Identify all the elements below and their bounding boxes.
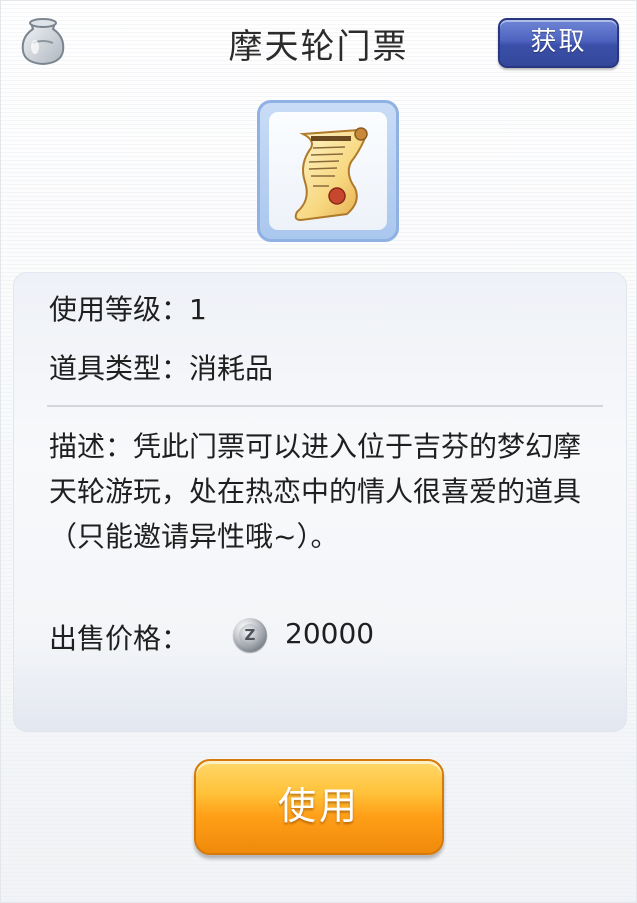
scroll-ticket-icon bbox=[294, 127, 368, 222]
sell-price-row: 出售价格： Z 20000 bbox=[49, 617, 374, 657]
item-icon-frame bbox=[257, 100, 399, 242]
sell-price-label: 出售价格： bbox=[49, 622, 190, 655]
obtain-button[interactable]: 获取 bbox=[498, 18, 619, 68]
use-level-value: 1 bbox=[189, 293, 207, 326]
use-button[interactable]: 使用 bbox=[194, 759, 444, 855]
item-info-card: 使用等级：1 道具类型：消耗品 描述：凭此门票可以进入位于吉芬的梦幻摩天轮游玩，… bbox=[13, 272, 627, 732]
coin-symbol: Z bbox=[239, 624, 261, 646]
item-detail-panel: 摩天轮门票 获取 使用等级：1 道具类型：消耗品 描述：凭此门票可以进入位于吉芬… bbox=[0, 0, 637, 903]
item-type-label: 道具类型： bbox=[49, 352, 190, 385]
item-description: 描述：凭此门票可以进入位于吉芬的梦幻摩天轮游玩，处在热恋中的情人很喜爱的道具（只… bbox=[49, 430, 582, 553]
use-level-label: 使用等级： bbox=[49, 293, 190, 326]
item-type-value: 消耗品 bbox=[189, 352, 274, 385]
use-level-row: 使用等级：1 bbox=[49, 288, 207, 328]
zeny-coin-icon: Z bbox=[233, 618, 267, 652]
sell-price-value: 20000 bbox=[285, 617, 375, 650]
item-type-row: 道具类型：消耗品 bbox=[49, 347, 273, 387]
divider bbox=[47, 405, 603, 407]
